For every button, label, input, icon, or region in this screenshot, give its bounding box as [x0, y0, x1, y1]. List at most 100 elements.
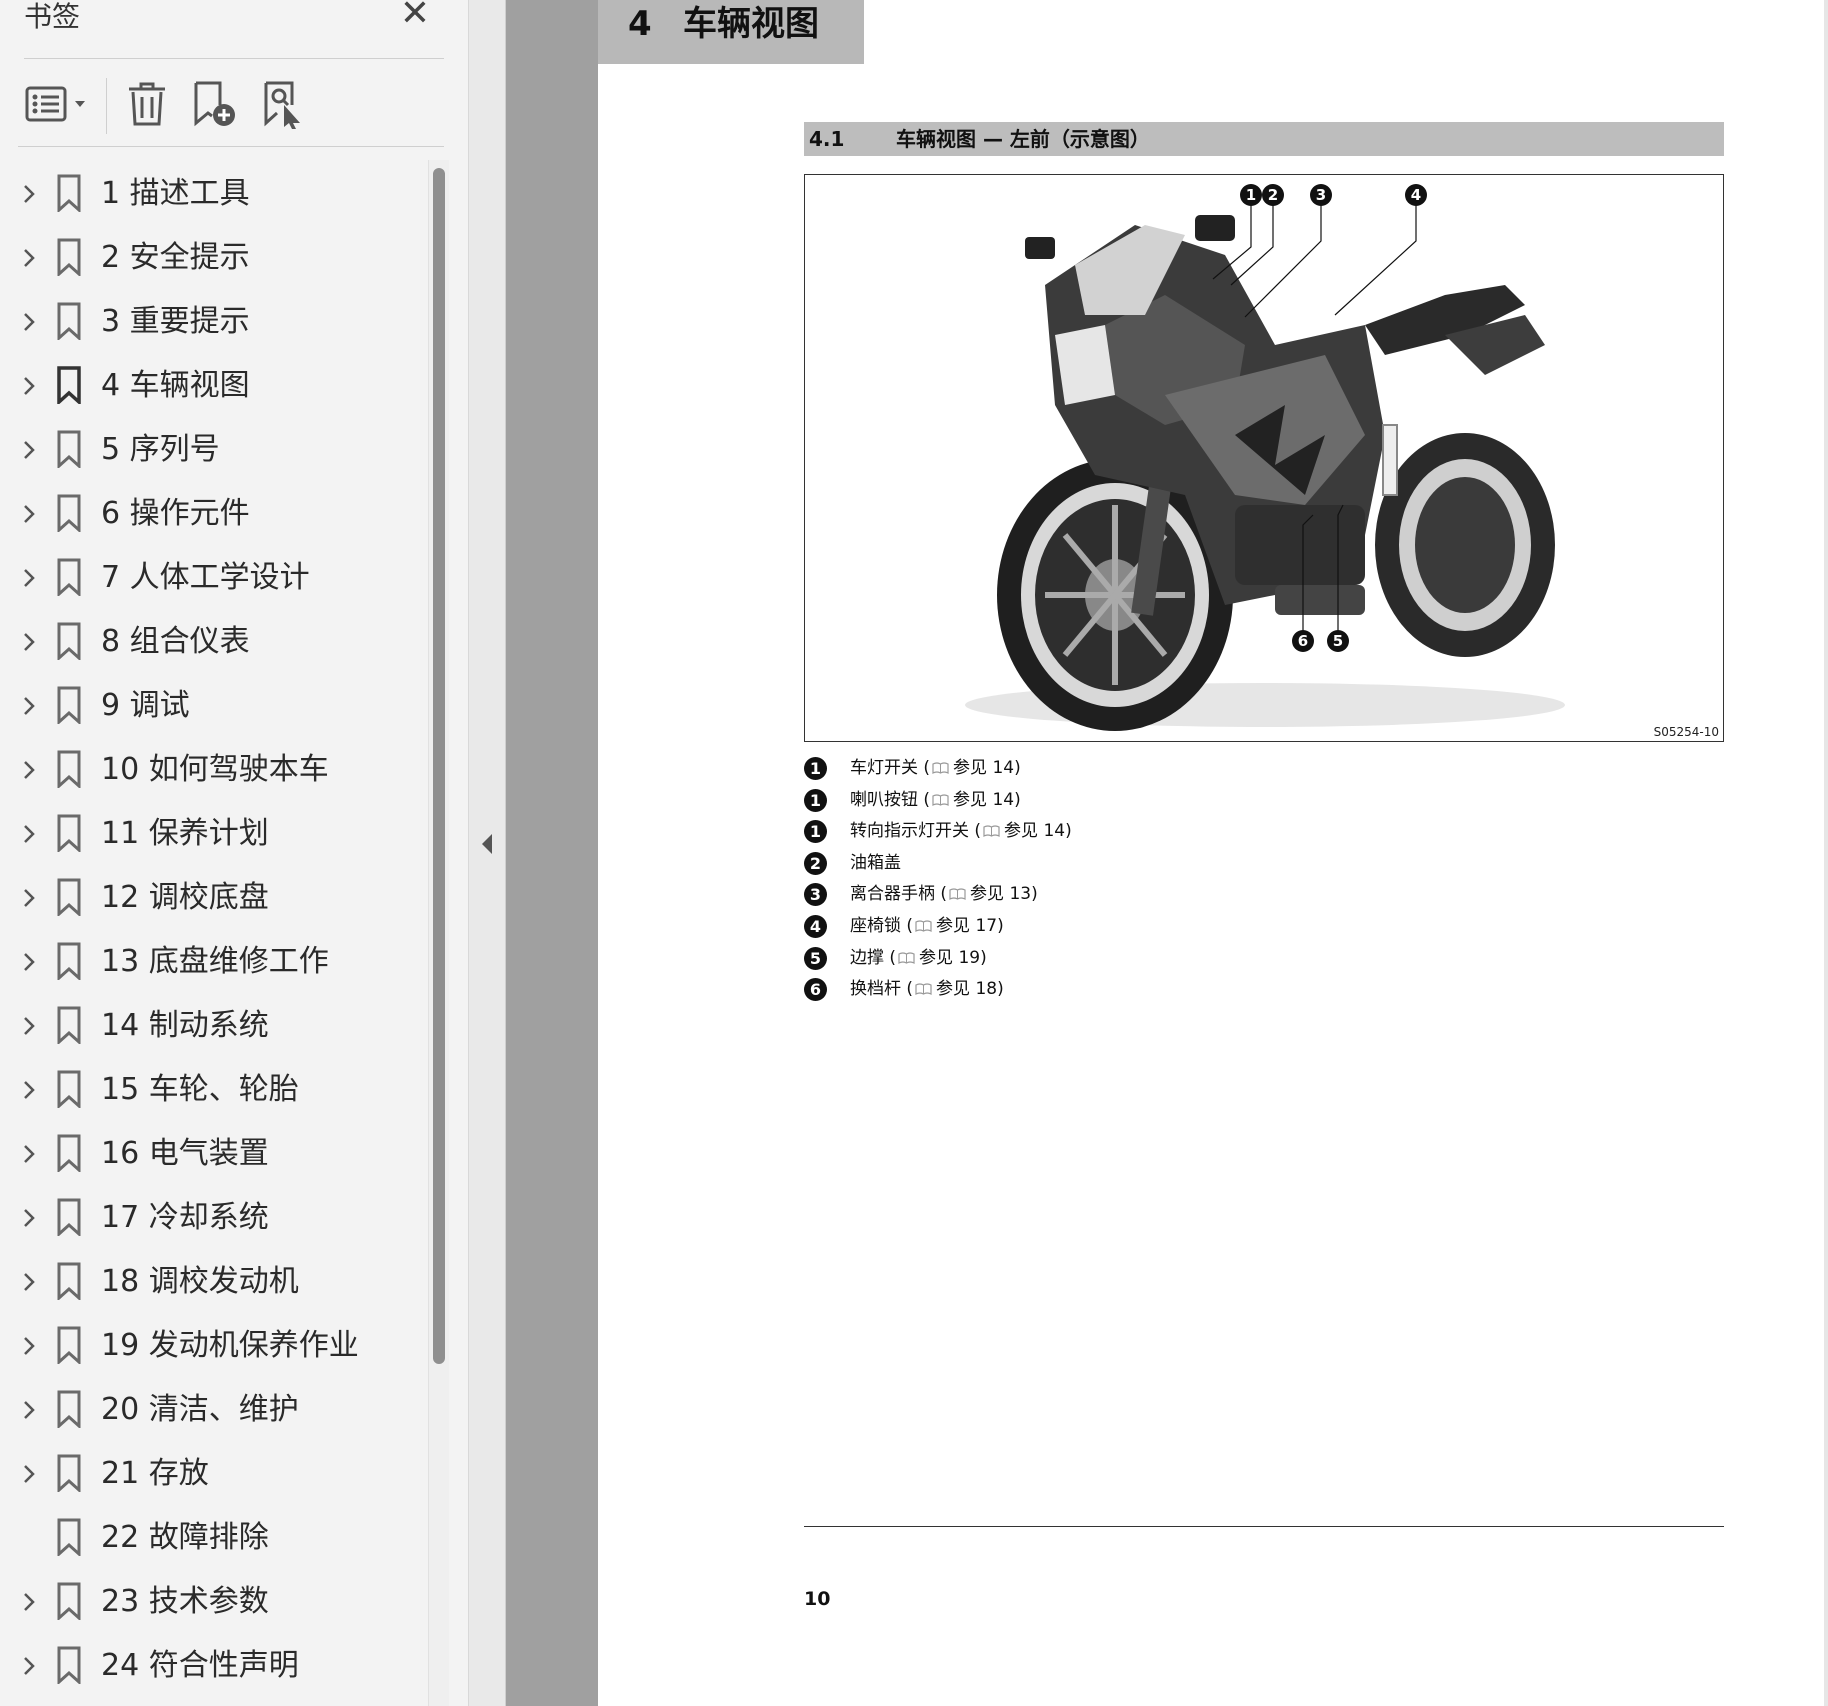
chevron-right-icon[interactable] [16, 245, 42, 271]
bookmark-item[interactable]: 22 故障排除 [0, 1506, 430, 1570]
chevron-right-icon[interactable] [16, 373, 42, 399]
bookmark-item[interactable]: 9 调试 [0, 674, 430, 738]
chevron-right-icon[interactable] [16, 1653, 42, 1679]
bookmark-item[interactable]: 24 符合性声明 [0, 1634, 430, 1698]
bookmark-item[interactable]: 12 调校底盘 [0, 866, 430, 930]
callout-3: 3 [1316, 186, 1326, 204]
scrollbar-thumb[interactable] [433, 168, 445, 1364]
chevron-right-icon[interactable] [16, 1589, 42, 1615]
book-reference-icon [932, 793, 949, 806]
chapter-number: 4 [628, 4, 652, 44]
bookmark-label: 20 清洁、维护 [101, 1392, 299, 1427]
chevron-right-icon[interactable] [16, 693, 42, 719]
bookmark-icon [57, 494, 81, 532]
bookmark-item[interactable]: 19 发动机保养作业 [0, 1314, 430, 1378]
collapse-panel-icon[interactable] [479, 832, 495, 856]
page-reference-link[interactable]: 参见 19) [919, 943, 987, 973]
bookmark-icon [57, 1454, 81, 1492]
page-reference-link[interactable]: 参见 14) [953, 785, 1021, 815]
bookmark-item[interactable]: 21 存放 [0, 1442, 430, 1506]
bookmark-label: 7 人体工学设计 [101, 560, 310, 595]
find-bookmark-icon [264, 81, 300, 129]
bookmark-item[interactable]: 23 技术参数 [0, 1570, 430, 1634]
callout-2: 2 [1268, 186, 1278, 204]
options-button[interactable] [18, 74, 98, 134]
footer-rule [804, 1526, 1724, 1527]
bookmark-item[interactable]: 10 如何驾驶本车 [0, 738, 430, 802]
bookmark-item[interactable]: 1 描述工具 [0, 162, 430, 226]
legend-number-badge: 6 [804, 978, 827, 1002]
legend-label: 换档杆 ( [850, 979, 914, 1000]
chevron-right-icon[interactable] [16, 1077, 42, 1103]
bookmark-icon [57, 174, 81, 212]
motorcycle-figure: 1 2 3 4 6 5 S05254-10 [804, 174, 1724, 742]
bookmark-icon [57, 942, 81, 980]
bookmark-icon [57, 750, 81, 788]
bookmark-item[interactable]: 18 调校发动机 [0, 1250, 430, 1314]
bookmark-label: 11 保养计划 [101, 816, 269, 851]
bookmark-item[interactable]: 5 序列号 [0, 418, 430, 482]
chevron-right-icon[interactable] [16, 437, 42, 463]
add-bookmark-button[interactable] [188, 74, 244, 134]
book-reference-icon [983, 825, 1000, 838]
chevron-right-icon[interactable] [16, 821, 42, 847]
callout-1: 1 [1246, 186, 1256, 204]
chevron-right-icon[interactable] [16, 309, 42, 335]
legend-number-badge: 1 [804, 788, 827, 812]
bookmark-item[interactable]: 14 制动系统 [0, 994, 430, 1058]
chevron-right-icon[interactable] [16, 757, 42, 783]
callout-5: 5 [1333, 632, 1343, 650]
chevron-right-icon[interactable] [16, 885, 42, 911]
section-title: 车辆视图 — 左前（示意图） [896, 127, 1150, 151]
bookmark-item[interactable]: 7 人体工学设计 [0, 546, 430, 610]
bookmark-item[interactable]: 20 清洁、维护 [0, 1378, 430, 1442]
page-reference-link[interactable]: 参见 14) [1004, 816, 1072, 846]
legend-item: 4 座椅锁 (参见 17) [804, 911, 1504, 941]
panel-divider[interactable] [469, 0, 506, 1706]
bookmark-label: 5 序列号 [101, 432, 220, 467]
chevron-right-icon[interactable] [16, 181, 42, 207]
find-bookmark-button[interactable] [258, 74, 314, 134]
chevron-right-icon[interactable] [16, 1205, 42, 1231]
chevron-right-icon[interactable] [16, 1461, 42, 1487]
bookmark-icon [57, 366, 81, 404]
bookmark-item[interactable]: 17 冷却系统 [0, 1186, 430, 1250]
bookmark-item[interactable]: 16 电气装置 [0, 1122, 430, 1186]
legend-item: 5 边撑 (参见 19) [804, 943, 1504, 973]
bookmark-item[interactable]: 6 操作元件 [0, 482, 430, 546]
legend-number-badge: 3 [804, 883, 827, 907]
legend-item: 1 车灯开关 (参见 14) [804, 753, 1504, 783]
chevron-right-icon[interactable] [16, 949, 42, 975]
bookmark-item[interactable]: 11 保养计划 [0, 802, 430, 866]
bookmark-item[interactable]: 4 车辆视图 [0, 354, 430, 418]
bookmark-label: 23 技术参数 [101, 1584, 269, 1619]
close-icon[interactable]: ✕ [400, 0, 430, 34]
bookmarks-scrollbar[interactable] [428, 160, 449, 1706]
section-number: 4.1 [809, 127, 845, 151]
page-reference-link[interactable]: 参见 14) [953, 753, 1021, 783]
legend-item: 3 离合器手柄 (参见 13) [804, 879, 1504, 909]
bookmark-item[interactable]: 15 车轮、轮胎 [0, 1058, 430, 1122]
bookmark-item[interactable]: 2 安全提示 [0, 226, 430, 290]
chevron-right-icon[interactable] [16, 1333, 42, 1359]
document-page: 4 车辆视图 4.1 车辆视图 — 左前（示意图） 1 2 3 4 6 5 S0… [598, 0, 1828, 1706]
chevron-right-icon[interactable] [16, 1397, 42, 1423]
bookmark-label: 13 底盘维修工作 [101, 944, 329, 979]
page-reference-link[interactable]: 参见 18) [936, 974, 1004, 1004]
page-reference-link[interactable]: 参见 13) [970, 879, 1038, 909]
bookmark-item[interactable]: 8 组合仪表 [0, 610, 430, 674]
chevron-right-icon[interactable] [16, 1269, 42, 1295]
legend-label: 车灯开关 ( [850, 758, 931, 778]
legend-number-badge: 1 [804, 820, 827, 844]
chevron-right-icon[interactable] [16, 1013, 42, 1039]
chevron-right-icon[interactable] [16, 629, 42, 655]
chevron-right-icon[interactable] [16, 565, 42, 591]
bookmark-item[interactable]: 3 重要提示 [0, 290, 430, 354]
legend-text: 喇叭按钮 (参见 14) [850, 785, 1021, 815]
delete-bookmark-button[interactable] [122, 74, 172, 134]
chevron-right-icon[interactable] [16, 1141, 42, 1167]
bookmark-item[interactable]: 13 底盘维修工作 [0, 930, 430, 994]
page-reference-link[interactable]: 参见 17) [936, 911, 1004, 941]
chevron-right-icon[interactable] [16, 501, 42, 527]
legend-text: 油箱盖 [850, 848, 901, 878]
